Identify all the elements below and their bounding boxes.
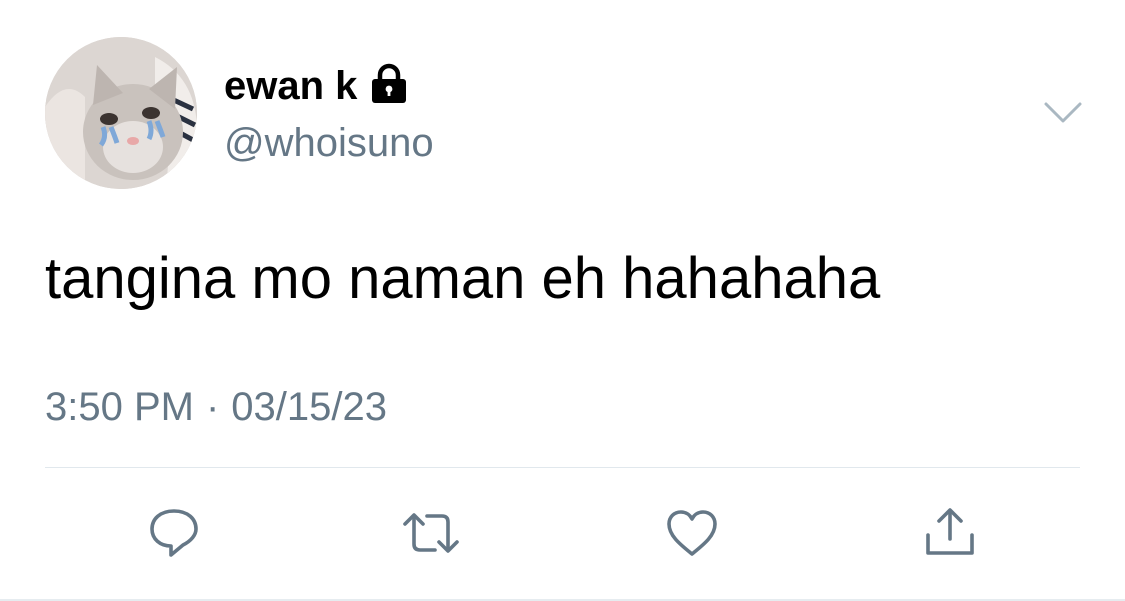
lock-icon: [369, 63, 409, 105]
like-button[interactable]: [662, 505, 722, 561]
tweet-timestamp[interactable]: 3:50 PM · 03/15/23: [45, 383, 387, 431]
chevron-down-icon[interactable]: [1043, 100, 1083, 126]
tweet-text: tangina mo naman eh hahahaha: [45, 246, 881, 311]
retweet-arrows-icon: [403, 513, 459, 553]
tweet-card: ewan k @whoisuno tangina mo naman eh hah…: [0, 0, 1125, 601]
meta-separator: ·: [205, 385, 220, 429]
display-name[interactable]: ewan k: [224, 62, 409, 110]
reply-button[interactable]: [144, 505, 204, 561]
user-handle[interactable]: @whoisuno: [224, 119, 434, 167]
tweet-time: 3:50 PM: [45, 385, 194, 429]
retweet-button[interactable]: [401, 505, 461, 561]
share-upload-icon: [926, 508, 974, 555]
heart-icon: [667, 510, 717, 556]
crying-cat-avatar-icon: [45, 37, 197, 189]
avatar[interactable]: [45, 37, 197, 189]
tweet-date: 03/15/23: [231, 385, 387, 429]
speech-bubble-icon: [150, 509, 198, 557]
display-name-text: ewan k: [224, 64, 358, 108]
share-button[interactable]: [920, 505, 980, 561]
divider: [45, 467, 1080, 468]
